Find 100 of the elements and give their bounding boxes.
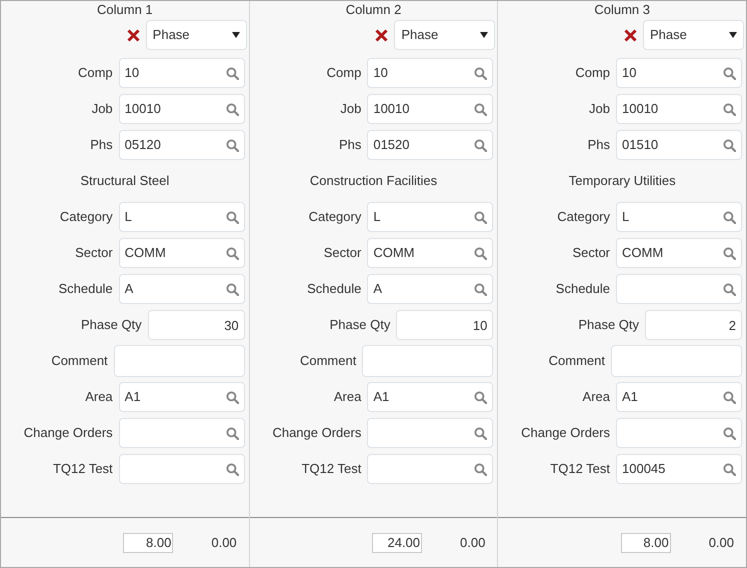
search-icon[interactable] [226, 102, 239, 116]
field-label: Category [308, 208, 362, 226]
lookup-field[interactable] [367, 454, 494, 484]
search-icon[interactable] [226, 426, 239, 440]
lookup-field[interactable] [616, 418, 742, 448]
field-label: Sector [572, 244, 610, 262]
quantity-field[interactable]: 30 [148, 310, 245, 340]
lookup-field[interactable]: L [616, 202, 742, 232]
search-icon[interactable] [474, 102, 488, 116]
amount-field[interactable]: 8.00 [123, 532, 174, 552]
search-icon[interactable] [723, 390, 736, 404]
column-title: Column 1 [97, 1, 153, 20]
amount-field[interactable]: 24.00 [372, 532, 422, 552]
lookup-field[interactable]: 01520 [367, 130, 494, 160]
search-icon[interactable] [474, 462, 488, 476]
field-label: Job [340, 100, 362, 118]
search-icon[interactable] [226, 282, 239, 296]
lookup-field[interactable]: A1 [367, 382, 494, 412]
field-label: Job [92, 100, 113, 118]
column-title: Column 3 [594, 1, 650, 20]
field-label: Comment [300, 352, 356, 370]
lookup-field[interactable]: L [118, 202, 245, 232]
search-icon[interactable] [226, 66, 239, 80]
search-icon[interactable] [474, 210, 488, 224]
field-label: Area [582, 388, 610, 406]
field-label: Comp [326, 64, 362, 82]
field-label: Comp [78, 64, 113, 82]
field-label: Phase Qty [80, 316, 142, 334]
lookup-field[interactable]: COMM [616, 238, 742, 268]
search-icon[interactable] [723, 138, 736, 152]
lookup-field[interactable] [118, 418, 245, 448]
lookup-field[interactable]: A [367, 274, 494, 304]
search-icon[interactable] [723, 462, 736, 476]
search-icon[interactable] [474, 390, 488, 404]
field-label: Sector [75, 244, 113, 262]
lookup-field[interactable] [616, 274, 742, 304]
field-label: Sector [324, 244, 362, 262]
search-icon[interactable] [474, 66, 488, 80]
field-label: TQ12 Test [302, 460, 362, 478]
lookup-field[interactable]: A [118, 274, 245, 304]
search-icon[interactable] [723, 210, 736, 224]
search-icon[interactable] [723, 426, 736, 440]
field-label: TQ12 Test [52, 460, 113, 478]
remove-icon[interactable] [624, 28, 638, 42]
lookup-field[interactable]: COMM [118, 238, 245, 268]
lookup-field[interactable]: 05120 [118, 130, 245, 160]
search-icon[interactable] [226, 390, 239, 404]
comment-field[interactable] [362, 345, 494, 377]
comment-field[interactable] [114, 345, 245, 377]
search-icon[interactable] [226, 138, 239, 152]
lookup-field[interactable]: COMM [367, 238, 494, 268]
search-icon[interactable] [474, 138, 488, 152]
search-icon[interactable] [723, 246, 736, 260]
field-label: TQ12 Test [550, 460, 610, 478]
field-label: Category [557, 208, 610, 226]
lookup-field[interactable]: 100045 [616, 454, 742, 484]
quantity-field[interactable]: 10 [396, 310, 494, 340]
field-label: Schedule [58, 280, 113, 298]
type-select[interactable]: Phase [146, 20, 247, 50]
total-value: 0.00 [708, 534, 734, 552]
remove-icon[interactable] [375, 28, 388, 42]
lookup-field[interactable]: L [367, 202, 494, 232]
lookup-field[interactable]: 10 [367, 58, 494, 88]
search-icon[interactable] [723, 282, 736, 296]
caret-icon [232, 32, 240, 38]
search-icon[interactable] [474, 246, 488, 260]
type-select[interactable]: Phase [643, 20, 744, 50]
search-icon[interactable] [474, 426, 488, 440]
lookup-field[interactable] [367, 418, 494, 448]
comment-field[interactable] [611, 345, 742, 377]
field-label: Phs [588, 136, 610, 154]
search-icon[interactable] [226, 462, 239, 476]
lookup-field[interactable]: 10010 [367, 94, 494, 124]
search-icon[interactable] [723, 66, 736, 80]
lookup-field[interactable]: 01510 [616, 130, 742, 160]
lookup-field[interactable]: A1 [118, 382, 245, 412]
caret-icon [480, 32, 488, 38]
search-icon[interactable] [474, 282, 488, 296]
field-label: Area [334, 388, 362, 406]
lookup-field[interactable] [118, 454, 245, 484]
field-label: Schedule [307, 280, 362, 298]
lookup-field[interactable]: 10010 [616, 94, 742, 124]
field-label: Change Orders [521, 424, 610, 442]
type-select[interactable]: Phase [394, 20, 496, 50]
field-label: Comp [575, 64, 610, 82]
lookup-field[interactable]: 10010 [118, 94, 245, 124]
phase-description: Structural Steel [80, 172, 170, 190]
column-title: Column 2 [346, 1, 402, 20]
search-icon[interactable] [226, 246, 239, 260]
field-label: Comment [51, 352, 108, 370]
lookup-field[interactable]: A1 [616, 382, 742, 412]
lookup-field[interactable]: 10 [118, 58, 245, 88]
total-value: 0.00 [460, 534, 486, 552]
lookup-field[interactable]: 10 [616, 58, 742, 88]
search-icon[interactable] [723, 102, 736, 116]
search-icon[interactable] [226, 210, 239, 224]
remove-icon[interactable] [126, 28, 140, 42]
quantity-field[interactable]: 2 [645, 310, 742, 340]
amount-field[interactable]: 8.00 [620, 532, 671, 552]
total-value: 0.00 [211, 534, 237, 552]
